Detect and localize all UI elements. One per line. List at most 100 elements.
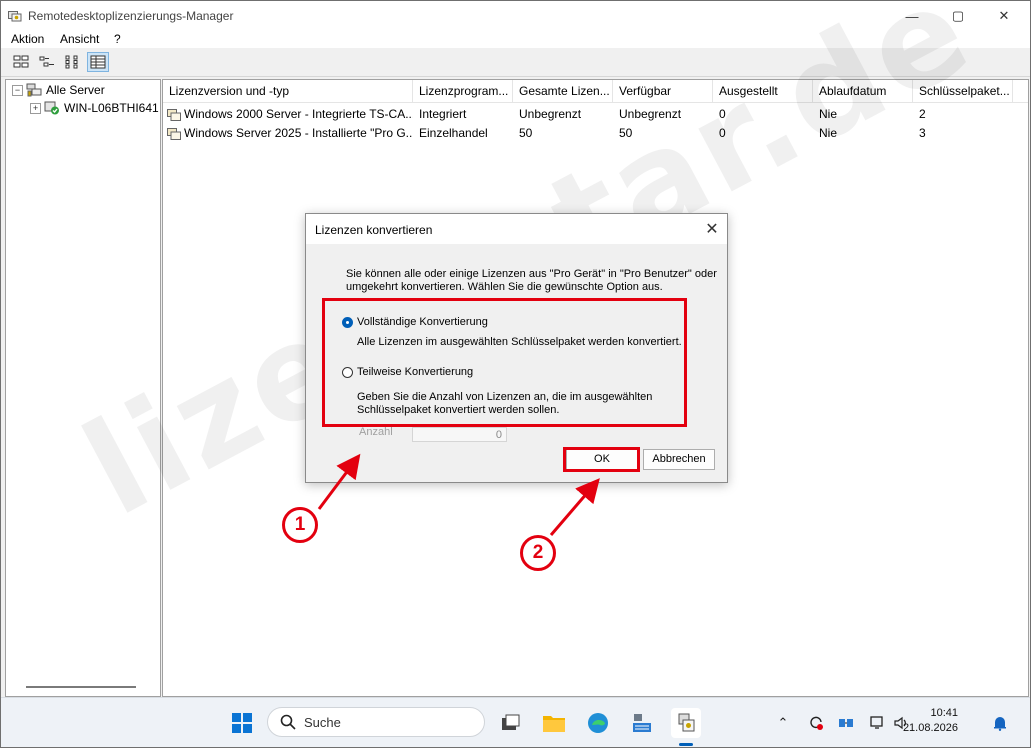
window-title: Remotedesktoplizenzierungs-Manager	[28, 9, 234, 23]
active-app-indicator	[679, 743, 693, 746]
cell-available: 50	[619, 126, 633, 140]
servers-icon	[26, 83, 42, 97]
cell-program: Einzelhandel	[419, 126, 488, 140]
count-label: Anzahl	[359, 426, 393, 438]
list-header: Lizenzversion und -typ Lizenzprogram... …	[163, 80, 1028, 103]
license-manager-icon	[8, 11, 22, 22]
task-view-icon	[502, 714, 520, 730]
start-button[interactable]	[227, 708, 257, 738]
task-view-button[interactable]	[495, 708, 525, 738]
clock-time: 10:41	[930, 707, 958, 719]
cell-issued: 0	[719, 107, 726, 121]
cell-program: Integriert	[419, 107, 467, 121]
cell-issued: 0	[719, 126, 726, 140]
file-explorer-button[interactable]	[539, 708, 569, 738]
details-icon	[90, 55, 106, 69]
tray-display-icon[interactable]	[869, 714, 887, 732]
list-icon	[65, 55, 78, 69]
dialog-intro-line2: umgekehrt konvertieren. Wählen Sie die g…	[346, 281, 663, 293]
tree-horizontal-scrollbar[interactable]	[26, 686, 136, 688]
column-header-program[interactable]: Lizenzprogram...	[413, 80, 513, 102]
collapse-icon[interactable]: −	[12, 84, 23, 96]
cell-expiry: Nie	[819, 107, 838, 121]
search-placeholder: Suche	[304, 715, 341, 730]
step-marker-2: 2	[520, 535, 556, 571]
column-header-keypack[interactable]: Schlüsselpaket...	[913, 80, 1013, 102]
convert-licenses-dialog: Lizenzen konvertieren ✕ Sie können alle …	[305, 213, 728, 483]
edge-icon	[588, 713, 608, 733]
clock-date: 21.08.2026	[902, 722, 958, 734]
taskbar: Suche ⌃ 10:41 21.08.2026	[1, 697, 1030, 747]
taskbar-clock[interactable]: 10:41 21.08.2026	[903, 706, 958, 736]
tray-sync-icon[interactable]	[807, 714, 825, 732]
small-icons-icon	[39, 56, 54, 67]
ok-highlight-box	[563, 447, 640, 472]
license-manager-taskbar-button[interactable]	[671, 708, 701, 738]
column-header-expiry[interactable]: Ablaufdatum	[813, 80, 913, 102]
cell-version: Windows 2000 Server - Integrierte TS-CA.…	[163, 105, 413, 123]
cell-version: Windows Server 2025 - Installierte "Pro …	[163, 124, 413, 142]
cell-total: Unbegrenzt	[519, 107, 582, 121]
large-icons-view-button[interactable]	[10, 52, 32, 72]
step-marker-1: 1	[282, 507, 318, 543]
edge-browser-button[interactable]	[583, 708, 613, 738]
server-manager-button[interactable]	[627, 708, 657, 738]
taskbar-search[interactable]: Suche	[267, 707, 485, 737]
list-view-button[interactable]	[62, 52, 84, 72]
column-header-issued[interactable]: Ausgestellt	[713, 80, 813, 102]
details-view-button[interactable]	[87, 52, 109, 72]
app-window: Remotedesktoplizenzierungs-Manager — ▢ ✕…	[0, 0, 1031, 748]
cell-expiry: Nie	[819, 126, 838, 140]
expand-icon[interactable]: +	[30, 102, 41, 114]
cell-keypack: 2	[919, 107, 926, 121]
server-check-icon	[44, 101, 59, 115]
close-icon: ✕	[705, 221, 719, 238]
column-header-version[interactable]: Lizenzversion und -typ	[163, 80, 413, 102]
dialog-title-bar: Lizenzen konvertieren ✕	[306, 214, 727, 244]
menu-aktion[interactable]: Aktion	[11, 32, 44, 46]
cell-keypack: 3	[919, 126, 926, 140]
search-icon	[280, 714, 296, 730]
license-manager-taskbar-icon	[678, 713, 695, 732]
folder-icon	[543, 716, 565, 732]
tree-item-all-servers[interactable]: − Alle Server	[12, 83, 105, 97]
table-row[interactable]: Windows Server 2025 - Installierte "Pro …	[163, 124, 1028, 142]
bell-icon	[994, 717, 1006, 731]
column-header-total[interactable]: Gesamte Lizen...	[513, 80, 613, 102]
dialog-title: Lizenzen konvertieren	[315, 223, 433, 237]
chevron-up-icon: ⌃	[777, 715, 789, 730]
tree-label-server: WIN-L06BTHI641	[64, 101, 159, 115]
cancel-button[interactable]: Abbrechen	[643, 449, 715, 470]
count-input[interactable]: 0	[412, 427, 507, 442]
display-icon	[870, 716, 883, 729]
title-bar: Remotedesktoplizenzierungs-Manager — ▢ ✕	[1, 1, 1030, 31]
menu-bar: Aktion Ansicht ?	[1, 31, 1030, 48]
license-pack-icon	[167, 127, 181, 140]
menu-help[interactable]: ?	[114, 32, 121, 46]
tray-network-share-icon[interactable]	[837, 714, 855, 732]
large-icons-icon	[13, 55, 29, 68]
minimize-button[interactable]: —	[889, 1, 935, 31]
license-pack-icon	[167, 108, 181, 121]
dialog-close-button[interactable]: ✕	[697, 214, 727, 244]
table-row[interactable]: Windows 2000 Server - Integrierte TS-CA.…	[163, 105, 1028, 123]
small-icons-view-button[interactable]	[36, 52, 58, 72]
tree-item-server[interactable]: + WIN-L06BTHI641	[30, 101, 159, 115]
column-header-available[interactable]: Verfügbar	[613, 80, 713, 102]
cell-available: Unbegrenzt	[619, 107, 682, 121]
cell-total: 50	[519, 126, 533, 140]
maximize-button[interactable]: ▢	[935, 1, 981, 31]
server-manager-icon	[633, 714, 651, 732]
windows-logo-icon	[232, 713, 252, 733]
close-button[interactable]: ✕	[981, 1, 1027, 31]
show-hidden-icons-button[interactable]: ⌃	[774, 714, 792, 732]
tree-label-all-servers: Alle Server	[46, 83, 105, 97]
bluetooth-devices-icon	[839, 719, 853, 727]
notifications-button[interactable]	[991, 714, 1009, 732]
server-tree: − Alle Server + WIN-L06BTHI641	[5, 79, 161, 697]
options-highlight-box	[322, 298, 687, 427]
toolbar	[1, 48, 1030, 77]
dialog-intro-line1: Sie können alle oder einige Lizenzen aus…	[346, 268, 717, 280]
menu-ansicht[interactable]: Ansicht	[60, 32, 99, 46]
refresh-alert-icon	[810, 716, 823, 730]
